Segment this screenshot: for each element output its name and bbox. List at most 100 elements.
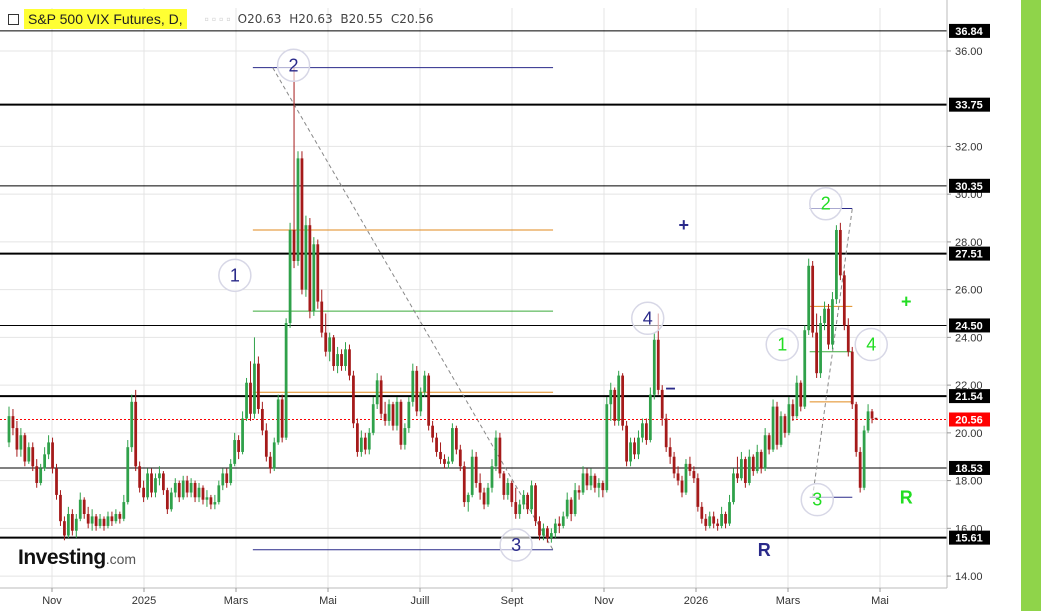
candle-body	[593, 475, 597, 488]
candle-body	[150, 473, 153, 493]
candle[interactable]	[771, 399, 775, 452]
candle[interactable]	[332, 334, 336, 371]
candle[interactable]	[664, 413, 668, 452]
candle[interactable]	[451, 423, 454, 464]
candle[interactable]	[395, 397, 399, 431]
wave-label: 2	[821, 194, 831, 214]
candle[interactable]	[775, 401, 779, 450]
candle[interactable]	[827, 303, 830, 350]
candle[interactable]	[379, 375, 383, 419]
wave-label: 4	[643, 308, 653, 328]
candle[interactable]	[134, 389, 138, 472]
candle[interactable]	[126, 440, 130, 505]
candle-body	[862, 430, 866, 488]
candle-body	[276, 399, 280, 443]
candle[interactable]	[257, 356, 260, 414]
candle-body	[553, 523, 557, 534]
candle[interactable]	[59, 490, 62, 526]
candle[interactable]	[858, 447, 862, 493]
wave-label: 3	[511, 535, 521, 555]
candle[interactable]	[684, 459, 688, 495]
candle[interactable]	[316, 239, 320, 309]
candle-body	[146, 473, 149, 498]
candle[interactable]	[854, 401, 858, 457]
candle-body	[874, 417, 878, 420]
candle[interactable]	[245, 377, 248, 421]
candle[interactable]	[605, 397, 609, 493]
candle-body	[134, 401, 138, 467]
candle[interactable]	[55, 463, 58, 500]
candle[interactable]	[842, 270, 846, 331]
candle[interactable]	[474, 451, 478, 488]
instrument-title[interactable]: S&P 500 VIX Futures, D,	[24, 9, 187, 29]
candle-body	[51, 442, 54, 469]
candle[interactable]	[613, 387, 617, 426]
candle[interactable]	[415, 366, 419, 417]
candle[interactable]	[807, 258, 811, 335]
candle[interactable]	[308, 218, 312, 319]
candle[interactable]	[296, 151, 300, 266]
candle-body	[15, 428, 19, 450]
candle[interactable]	[355, 418, 359, 457]
candle[interactable]	[498, 432, 502, 479]
toolbar-icons[interactable]: ▫▫▫▫	[205, 12, 234, 26]
candle[interactable]	[819, 315, 822, 378]
candle[interactable]	[300, 151, 304, 295]
candle[interactable]	[838, 222, 842, 281]
candle[interactable]	[312, 237, 316, 316]
candle[interactable]	[874, 417, 878, 420]
candle[interactable]	[835, 225, 838, 304]
candle[interactable]	[648, 387, 652, 443]
candle-body	[827, 308, 830, 345]
collapse-checkbox-icon[interactable]	[8, 13, 19, 25]
candle[interactable]	[534, 482, 537, 526]
candle[interactable]	[621, 373, 625, 431]
candle[interactable]	[427, 373, 431, 431]
candle[interactable]	[407, 397, 411, 433]
candle-body	[621, 375, 625, 426]
candle[interactable]	[811, 261, 815, 338]
candle[interactable]	[696, 473, 700, 512]
candle-body	[633, 442, 636, 455]
candle[interactable]	[625, 420, 628, 467]
candle[interactable]	[617, 370, 621, 426]
candle-body	[700, 506, 704, 519]
candle[interactable]	[399, 399, 403, 450]
candle-body	[371, 404, 375, 433]
candle[interactable]	[803, 325, 807, 409]
candle[interactable]	[348, 344, 351, 381]
candle[interactable]	[462, 461, 466, 507]
candle[interactable]	[862, 425, 866, 491]
candle[interactable]	[352, 370, 355, 429]
marker-label: R	[900, 487, 913, 507]
candle-body	[181, 480, 185, 498]
candle[interactable]	[304, 215, 308, 297]
candle-body	[775, 406, 779, 445]
candle[interactable]	[23, 432, 27, 467]
candle[interactable]	[288, 222, 292, 328]
candle[interactable]	[272, 437, 276, 472]
candle[interactable]	[470, 449, 474, 498]
candle[interactable]	[280, 394, 284, 443]
candle[interactable]	[51, 437, 54, 474]
candle-body	[736, 473, 739, 479]
candle-body	[609, 389, 613, 405]
candle[interactable]	[652, 332, 656, 400]
candle[interactable]	[276, 394, 280, 445]
candle-body	[332, 337, 336, 367]
candle-body	[241, 418, 244, 452]
candle[interactable]	[530, 480, 533, 515]
candle[interactable]	[779, 411, 783, 448]
candle-body	[245, 382, 248, 419]
candle[interactable]	[850, 346, 854, 409]
candle[interactable]	[732, 468, 735, 505]
candle[interactable]	[831, 292, 834, 350]
candle-body	[680, 480, 684, 493]
candle-body	[209, 497, 213, 505]
candle-body	[850, 351, 854, 405]
candle[interactable]	[284, 318, 288, 441]
candle-body	[561, 516, 565, 526]
candle-body	[660, 389, 664, 419]
candle-body	[530, 485, 533, 510]
candle[interactable]	[130, 394, 134, 452]
